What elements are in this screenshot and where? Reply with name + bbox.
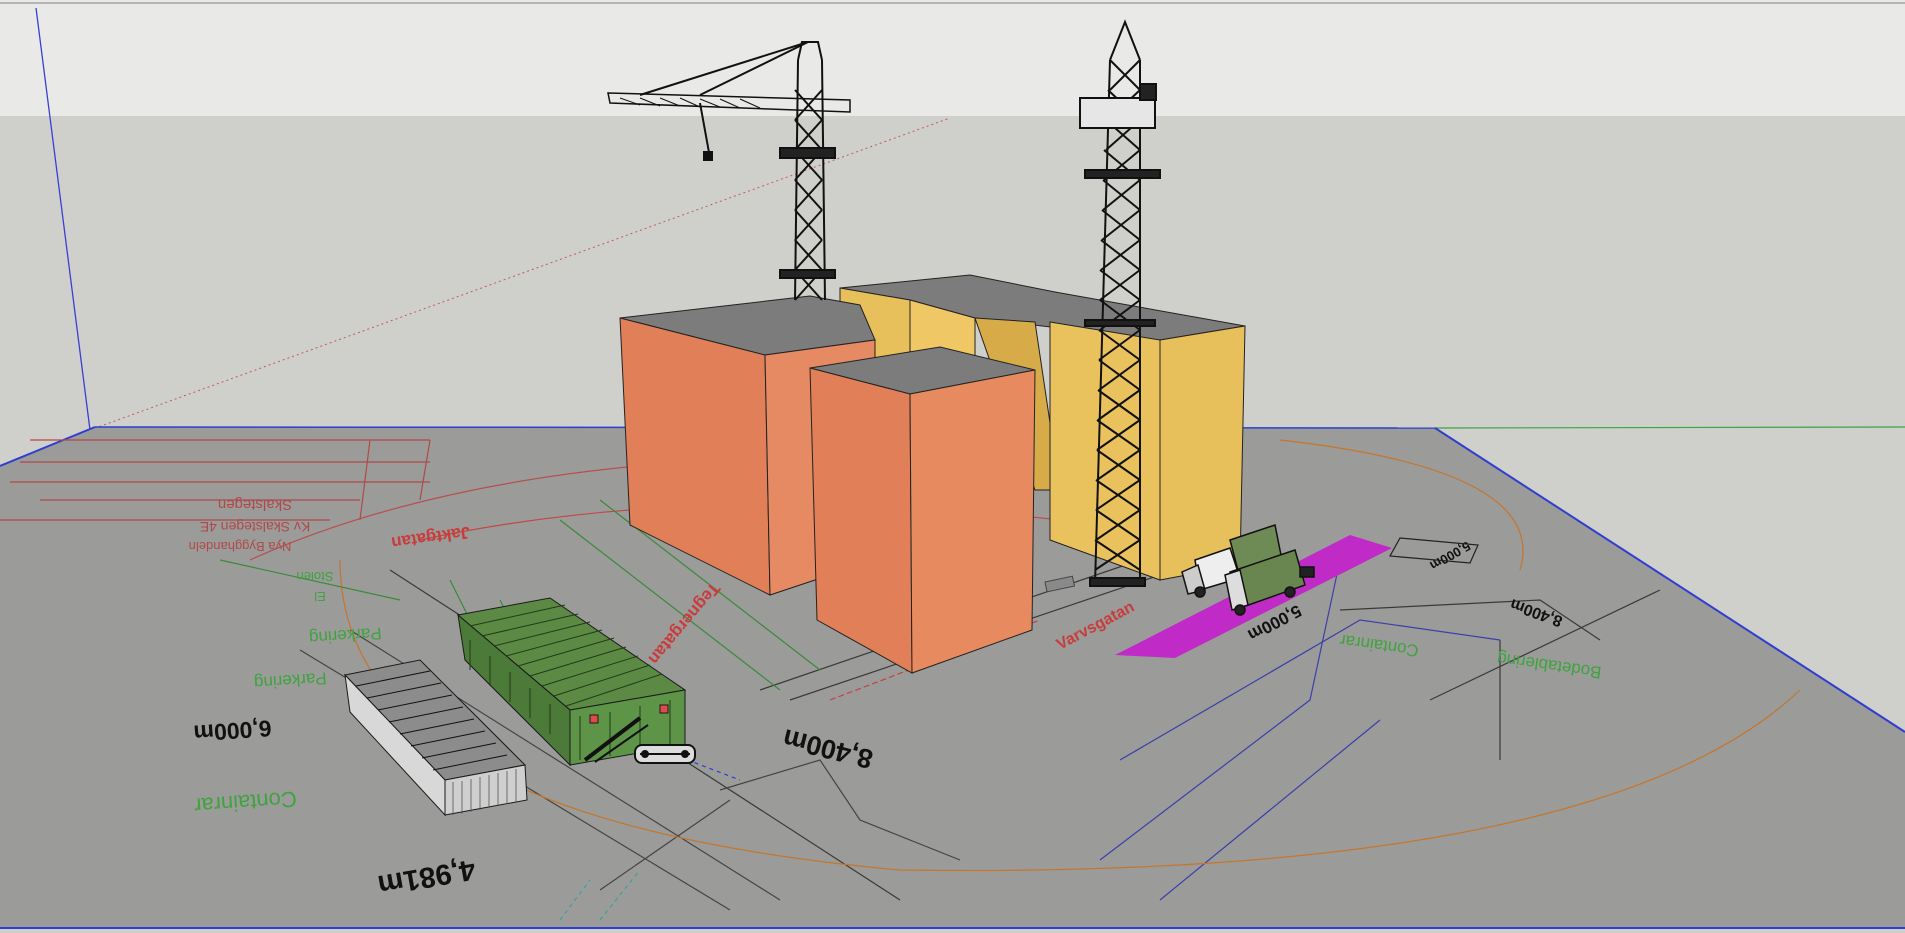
- label-nya-bygghandeln: Nya Bygghandeln: [189, 539, 292, 554]
- label-skalstegen: Skalstegen: [218, 496, 292, 513]
- yellow-left-tower: [1049, 321, 1161, 581]
- orange-building-front[interactable]: [809, 346, 1036, 674]
- dimension-6000: 6,000m: [193, 715, 273, 746]
- sketchup-viewport[interactable]: Jaktgatan Tegnergatan Varvsgatan Parkeri…: [0, 0, 1905, 933]
- excavator-icon[interactable]: [634, 744, 696, 764]
- label-stolen: Stolen: [297, 569, 334, 584]
- 3d-site-model[interactable]: Jaktgatan Tegnergatan Varvsgatan Parkeri…: [0, 0, 1905, 933]
- orange-front-face-b: [909, 369, 1036, 674]
- label-el: El: [314, 589, 326, 604]
- label-kv-skalstegen: Kv Skalstegen 4E: [200, 519, 311, 535]
- sky: [0, 0, 1905, 118]
